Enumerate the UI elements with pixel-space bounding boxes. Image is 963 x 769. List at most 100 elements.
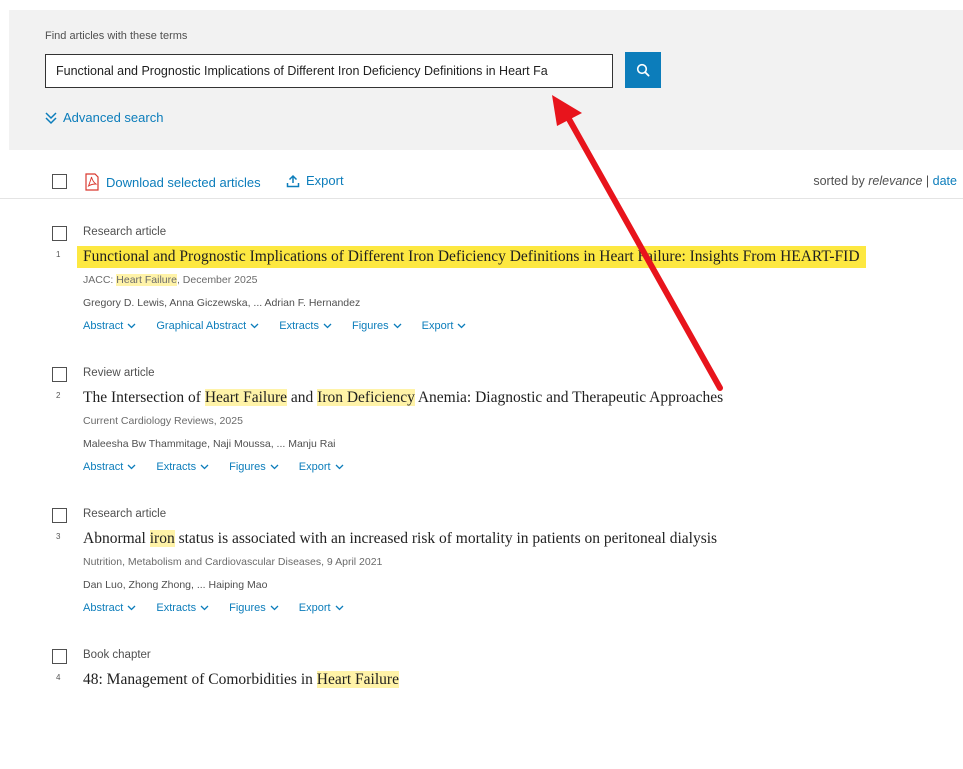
sort-control: sorted by relevance | date — [813, 174, 957, 188]
download-selected-button[interactable]: Download selected articles — [84, 173, 261, 191]
chevron-down-icon — [457, 323, 466, 329]
result-item: 4 Book chapter 48: Management of Comorbidi… — [0, 649, 963, 769]
result-checkbox[interactable] — [52, 649, 67, 664]
pdf-icon — [85, 173, 99, 191]
action-label: Graphical Abstract — [156, 320, 247, 332]
extracts-toggle[interactable]: Extracts — [279, 320, 332, 332]
abstract-toggle[interactable]: Abstract — [83, 602, 136, 614]
title-text: status is associated with an increased r… — [174, 530, 718, 547]
title-text: 48: Management of Comorbidities in — [83, 671, 317, 688]
sort-prefix: sorted by — [813, 174, 865, 188]
title-highlight-term: iron — [149, 530, 175, 547]
title-text: Anemia: Diagnostic and Therapeutic Appro… — [414, 389, 724, 406]
chevron-down-icon — [323, 323, 332, 329]
action-label: Figures — [229, 461, 266, 473]
select-all-checkbox[interactable] — [52, 174, 67, 189]
export-toggle[interactable]: Export — [422, 320, 467, 332]
double-chevron-down-icon — [45, 111, 57, 124]
chevron-down-icon — [335, 464, 344, 470]
chevron-down-icon — [127, 323, 136, 329]
action-label: Export — [298, 602, 331, 614]
sort-separator: | — [925, 174, 930, 188]
abstract-toggle[interactable]: Abstract — [83, 320, 136, 332]
action-label: Figures — [229, 602, 266, 614]
results-toolbar: Download selected articles Export sorted… — [0, 166, 963, 199]
search-button[interactable] — [625, 52, 661, 88]
result-checkbox[interactable] — [52, 367, 67, 382]
figures-toggle[interactable]: Figures — [352, 320, 402, 332]
export-toggle[interactable]: Export — [299, 602, 344, 614]
action-label: Export — [298, 461, 331, 473]
article-type: Research article — [83, 508, 167, 520]
abstract-toggle[interactable]: Abstract — [83, 461, 136, 473]
chevron-down-icon — [127, 605, 136, 611]
chevron-down-icon — [127, 464, 136, 470]
result-item: 3 Research article Abnormal iron status is… — [0, 508, 963, 628]
action-label: Extracts — [156, 461, 197, 473]
source-text: Nutrition, Metabolism and Cardiovascular… — [83, 556, 383, 568]
upload-icon — [286, 174, 300, 187]
action-label: Figures — [351, 320, 389, 332]
source-text: JACC: — [83, 274, 117, 286]
result-checkbox[interactable] — [52, 508, 67, 523]
chevron-down-icon — [393, 323, 402, 329]
action-label: Abstract — [83, 320, 124, 332]
chevron-down-icon — [270, 605, 279, 611]
search-panel: Find articles with these terms Advanced … — [9, 10, 963, 150]
result-item: 2 Review article The Intersection of Heart… — [0, 367, 963, 487]
chevron-down-icon — [200, 605, 209, 611]
title-highlight-term: Iron Deficiency — [317, 389, 415, 406]
result-item: 1 Research article Functional and Prognost… — [0, 226, 963, 346]
article-type: Book chapter — [83, 649, 151, 661]
title-highlight-term: Heart Failure — [204, 389, 288, 406]
article-source: Nutrition, Metabolism and Cardiovascular… — [83, 556, 382, 568]
title-highlight-term: Heart Failure — [316, 671, 399, 688]
advanced-search-link[interactable]: Advanced search — [45, 110, 163, 125]
graphical-abstract-toggle[interactable]: Graphical Abstract — [156, 320, 259, 332]
export-button[interactable]: Export — [286, 173, 344, 188]
chevron-down-icon — [270, 464, 279, 470]
result-number: 3 — [56, 532, 61, 541]
article-source: Current Cardiology Reviews, 2025 — [83, 415, 243, 427]
export-toggle[interactable]: Export — [299, 461, 344, 473]
extracts-toggle[interactable]: Extracts — [156, 461, 209, 473]
search-label: Find articles with these terms — [45, 30, 188, 42]
article-title-link[interactable]: Abnormal iron status is associated with … — [77, 528, 723, 550]
action-label: Export — [421, 320, 454, 332]
article-actions: Abstract Graphical Abstract Extracts Figure… — [83, 320, 466, 332]
search-input[interactable] — [45, 54, 613, 88]
advanced-search-label: Advanced search — [63, 110, 164, 125]
action-label: Abstract — [83, 602, 124, 614]
article-authors: Dan Luo, Zhong Zhong, ... Haiping Mao — [83, 579, 268, 591]
sort-date-link[interactable]: date — [933, 174, 957, 188]
article-title-link[interactable]: The Intersection of Heart Failure and Ir… — [77, 387, 729, 409]
action-label: Extracts — [156, 602, 197, 614]
export-label: Export — [306, 173, 344, 188]
figures-toggle[interactable]: Figures — [229, 602, 279, 614]
result-number: 2 — [56, 391, 61, 400]
source-highlight-term: Heart Failure — [116, 274, 177, 286]
chevron-down-icon — [200, 464, 209, 470]
download-selected-label: Download selected articles — [106, 174, 261, 190]
chevron-down-icon — [250, 323, 259, 329]
article-title-link[interactable]: Functional and Prognostic Implications o… — [77, 246, 866, 268]
result-number: 4 — [56, 673, 61, 682]
extracts-toggle[interactable]: Extracts — [156, 602, 209, 614]
article-authors: Maleesha Bw Thammitage, Naji Moussa, ...… — [83, 438, 336, 450]
article-source: JACC: Heart Failure, December 2025 — [83, 274, 258, 286]
sort-relevance[interactable]: relevance — [868, 174, 922, 188]
source-text: , December 2025 — [176, 274, 258, 286]
article-actions: Abstract Extracts Figures Export — [83, 602, 344, 614]
title-text: and — [287, 389, 318, 406]
action-label: Abstract — [83, 461, 124, 473]
figures-toggle[interactable]: Figures — [229, 461, 279, 473]
result-checkbox[interactable] — [52, 226, 67, 241]
article-authors: Gregory D. Lewis, Anna Giczewska, ... Ad… — [83, 297, 361, 309]
article-title-link[interactable]: 48: Management of Comorbidities in Heart… — [77, 669, 405, 691]
title-text: Abnormal — [83, 530, 150, 547]
article-type: Research article — [83, 226, 167, 238]
title-text: The Intersection of — [83, 389, 205, 406]
article-type: Review article — [83, 367, 155, 379]
source-text: Current Cardiology Reviews, 2025 — [83, 415, 243, 427]
result-number: 1 — [56, 250, 61, 259]
